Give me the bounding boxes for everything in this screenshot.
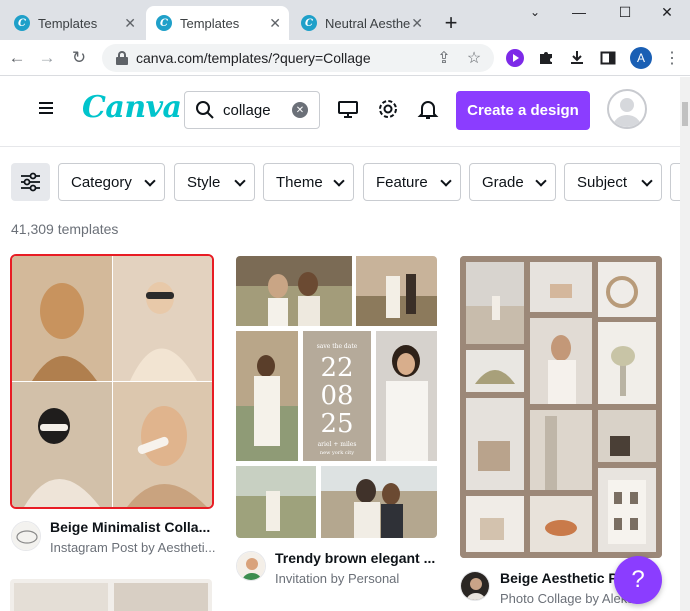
filter-bar: Category Style Theme Feature Grade Subje… [0, 146, 680, 218]
canva-header: Canva collage ✕ Create a design [0, 77, 680, 145]
tab-close-icon[interactable]: ✕ [124, 15, 136, 32]
search-query: collage [223, 101, 271, 119]
filter-style[interactable]: Style [174, 163, 255, 201]
share-icon[interactable]: ⇪ [434, 48, 454, 68]
browser-menu-icon[interactable]: ⋮ [662, 48, 682, 68]
back-arrow-icon[interactable]: ← [6, 47, 28, 69]
hamburger-menu-icon[interactable] [36, 98, 60, 122]
clear-search-icon[interactable]: ✕ [292, 102, 308, 118]
filter-feature[interactable]: Feature [363, 163, 461, 201]
reload-icon[interactable]: ↻ [68, 47, 90, 69]
desktop-app-icon[interactable] [337, 98, 361, 122]
page-scrollbar[interactable] [680, 77, 690, 611]
filter-subject[interactable]: Subject [564, 163, 662, 201]
invite-day: 22 [320, 353, 353, 383]
lock-icon [116, 51, 128, 65]
browser-tab-templates-1[interactable]: C Templates ✕ [4, 6, 144, 40]
browser-toolbar: ← → ↻ canva.com/templates/?query=Collage… [0, 40, 690, 76]
extensions-puzzle-icon[interactable] [536, 48, 556, 68]
filter-more-partial[interactable] [670, 163, 680, 201]
tab-label: Neutral Aesthe [325, 15, 411, 31]
sliders-icon [21, 172, 40, 192]
new-tab-icon[interactable]: + [438, 6, 464, 40]
template-subtitle[interactable]: Invitation by Personal [275, 571, 399, 586]
tab-label: Templates [38, 15, 98, 31]
create-a-design-button[interactable]: Create a design [456, 91, 590, 130]
search-input[interactable]: collage ✕ [184, 91, 320, 129]
minimize-icon[interactable]: — [556, 2, 602, 22]
template-subtitle[interactable]: Instagram Post by Aestheti... [50, 540, 215, 555]
invite-year: 25 [320, 409, 353, 439]
bookmark-star-icon[interactable]: ☆ [464, 48, 484, 68]
template-title[interactable]: Beige Minimalist Colla... [50, 519, 210, 535]
browser-tab-templates-2[interactable]: C Templates ✕ [146, 6, 289, 40]
filter-label: Subject [577, 173, 628, 191]
filter-settings-button[interactable] [11, 163, 50, 201]
browser-tab-strip: C Templates ✕ C Templates ✕ C Neutral Ae… [0, 0, 690, 40]
template-thumbnail-next-row[interactable] [10, 579, 212, 611]
template-thumbnail-selected[interactable] [10, 254, 214, 509]
window-close-icon[interactable]: ✕ [644, 2, 690, 22]
settings-gear-icon[interactable] [377, 98, 401, 122]
creator-avatar[interactable] [236, 551, 266, 581]
template-thumbnail[interactable]: save the date 22 08 25 ariel + miles new… [236, 256, 437, 538]
invite-save-date: save the date [317, 343, 358, 350]
filter-label: Category [71, 173, 132, 191]
chevron-down-icon [641, 175, 653, 187]
filter-label: Feature [376, 173, 428, 191]
browser-tab-neutral[interactable]: C Neutral Aesthe ✕ [291, 6, 431, 40]
invite-place: new york city [320, 450, 354, 456]
template-title[interactable]: Beige Aesthetic P... [500, 570, 628, 586]
creator-avatar[interactable] [11, 521, 41, 551]
filter-grade[interactable]: Grade [469, 163, 556, 201]
search-icon [196, 101, 214, 119]
help-button[interactable]: ? [614, 556, 662, 604]
filter-label: Theme [276, 173, 323, 191]
template-thumbnail[interactable] [460, 256, 662, 558]
template-title[interactable]: Trendy brown elegant ... [275, 550, 435, 566]
browser-profile-avatar[interactable]: A [630, 47, 652, 69]
creator-avatar[interactable] [460, 571, 490, 601]
chevron-down-icon [234, 175, 246, 187]
canva-logo[interactable]: Canva [82, 90, 182, 125]
canva-favicon-icon: C [14, 15, 30, 31]
chevron-down-icon [333, 175, 345, 187]
url-text: canva.com/templates/?query=Collage [136, 50, 371, 66]
notifications-bell-icon[interactable] [417, 98, 441, 122]
invite-names: ariel + miles [318, 441, 357, 448]
forward-arrow-icon[interactable]: → [36, 47, 58, 69]
maximize-icon[interactable]: ☐ [602, 2, 648, 22]
download-icon[interactable] [567, 48, 587, 68]
tab-close-icon[interactable]: ✕ [269, 15, 281, 32]
scrollbar-thumb[interactable] [682, 102, 688, 126]
filter-category[interactable]: Category [58, 163, 165, 201]
chevron-down-icon [144, 175, 156, 187]
filter-label: Style [187, 173, 221, 191]
tab-search-chevron-icon[interactable]: ⌄ [512, 2, 558, 22]
tab-close-icon[interactable]: ✕ [411, 15, 423, 32]
results-count: 41,309 templates [11, 221, 119, 237]
chevron-down-icon [535, 175, 547, 187]
side-panel-icon[interactable] [598, 48, 618, 68]
tab-label: Templates [180, 15, 240, 31]
filter-theme[interactable]: Theme [263, 163, 354, 201]
canva-favicon-icon: C [301, 15, 317, 31]
user-avatar[interactable] [607, 89, 647, 129]
canva-favicon-icon: C [156, 15, 172, 31]
invite-month: 08 [320, 381, 353, 411]
chevron-down-icon [440, 175, 452, 187]
filter-label: Grade [482, 173, 524, 191]
extension-play-icon[interactable] [505, 48, 525, 68]
